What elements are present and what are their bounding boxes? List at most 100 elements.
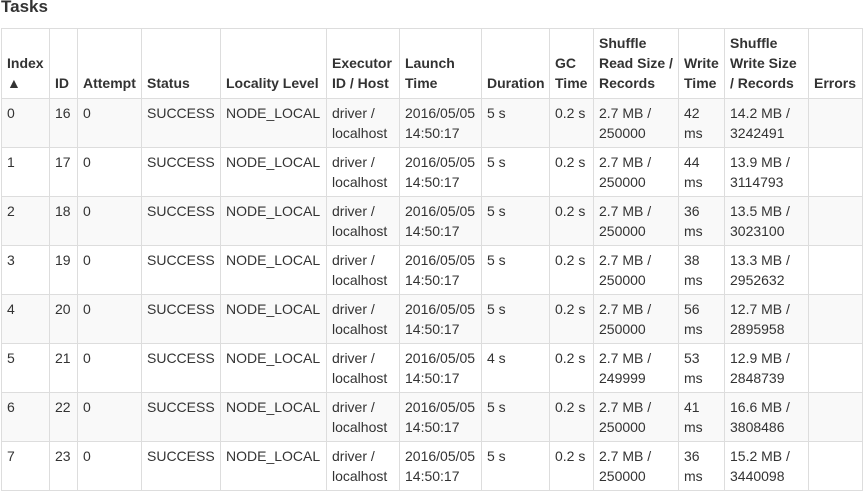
executor-host-cell: driver / localhost — [326, 392, 400, 442]
sort-ascending-icon: ▲ — [7, 75, 21, 91]
table-row: 3 19 0 SUCCESS NODE_LOCAL driver / localhost 2… — [1, 245, 863, 295]
duration-cell: 5 s — [481, 196, 550, 246]
index-cell: 2 — [1, 196, 50, 246]
attempt-cell: 0 — [77, 147, 142, 197]
id-cell: 21 — [49, 343, 78, 393]
table-row: 5 21 0 SUCCESS NODE_LOCAL driver / localhost 2… — [1, 343, 863, 393]
column-header-attempt[interactable]: Attempt — [77, 28, 142, 99]
gc-time-cell: 0.2 s — [549, 343, 594, 393]
id-cell: 23 — [49, 441, 78, 491]
shuffle-write-cell: 16.6 MB / 3808486 — [724, 392, 809, 442]
index-cell: 0 — [1, 98, 50, 148]
errors-cell — [808, 294, 863, 344]
gc-time-cell: 0.2 s — [549, 245, 594, 295]
status-cell: SUCCESS — [141, 441, 221, 491]
launch-time-cell: 2016/05/05 14:50:17 — [399, 196, 482, 246]
column-header-label: Index — [7, 55, 44, 71]
errors-cell — [808, 98, 863, 148]
shuffle-read-cell: 2.7 MB / 249999 — [593, 343, 679, 393]
table-row: 0 16 0 SUCCESS NODE_LOCAL driver / localhost 2… — [1, 98, 863, 148]
launch-time-cell: 2016/05/05 14:50:17 — [399, 294, 482, 344]
executor-host-cell: driver / localhost — [326, 441, 400, 491]
status-cell: SUCCESS — [141, 196, 221, 246]
shuffle-write-cell: 13.9 MB / 3114793 — [724, 147, 809, 197]
errors-cell — [808, 343, 863, 393]
column-header-shuffle-read[interactable]: Shuffle Read Size / Records — [593, 28, 679, 99]
errors-cell — [808, 441, 863, 491]
duration-cell: 5 s — [481, 147, 550, 197]
shuffle-read-cell: 2.7 MB / 250000 — [593, 392, 679, 442]
locality-cell: NODE_LOCAL — [220, 343, 327, 393]
id-cell: 19 — [49, 245, 78, 295]
attempt-cell: 0 — [77, 294, 142, 344]
column-header-locality-level[interactable]: Locality Level — [220, 28, 327, 99]
section-title: Tasks — [1, 0, 48, 16]
gc-time-cell: 0.2 s — [549, 196, 594, 246]
shuffle-write-cell: 13.3 MB / 2952632 — [724, 245, 809, 295]
shuffle-read-cell: 2.7 MB / 250000 — [593, 98, 679, 148]
status-cell: SUCCESS — [141, 98, 221, 148]
executor-host-cell: driver / localhost — [326, 196, 400, 246]
column-header-id[interactable]: ID — [49, 28, 78, 99]
errors-cell — [808, 392, 863, 442]
locality-cell: NODE_LOCAL — [220, 147, 327, 197]
column-header-index[interactable]: Index ▲ — [1, 28, 50, 99]
header-row: Index ▲ ID Attempt Status Locality Level… — [1, 28, 863, 99]
errors-cell — [808, 245, 863, 295]
duration-cell: 5 s — [481, 245, 550, 295]
column-header-shuffle-write[interactable]: Shuffle Write Size / Records — [724, 28, 809, 99]
column-header-duration[interactable]: Duration — [481, 28, 550, 99]
table-row: 6 22 0 SUCCESS NODE_LOCAL driver / localhost 2… — [1, 392, 863, 442]
status-cell: SUCCESS — [141, 147, 221, 197]
index-cell: 1 — [1, 147, 50, 197]
column-header-gc-time[interactable]: GC Time — [549, 28, 594, 99]
shuffle-write-cell: 12.7 MB / 2895958 — [724, 294, 809, 344]
index-cell: 3 — [1, 245, 50, 295]
id-cell: 18 — [49, 196, 78, 246]
table-row: 4 20 0 SUCCESS NODE_LOCAL driver / localhost 2… — [1, 294, 863, 344]
attempt-cell: 0 — [77, 392, 142, 442]
write-time-cell: 56 ms — [678, 294, 725, 344]
errors-cell — [808, 147, 863, 197]
column-header-launch-time[interactable]: Launch Time — [399, 28, 482, 99]
executor-host-cell: driver / localhost — [326, 294, 400, 344]
locality-cell: NODE_LOCAL — [220, 245, 327, 295]
status-cell: SUCCESS — [141, 245, 221, 295]
launch-time-cell: 2016/05/05 14:50:17 — [399, 147, 482, 197]
status-cell: SUCCESS — [141, 343, 221, 393]
shuffle-read-cell: 2.7 MB / 250000 — [593, 245, 679, 295]
duration-cell: 5 s — [481, 441, 550, 491]
gc-time-cell: 0.2 s — [549, 441, 594, 491]
attempt-cell: 0 — [77, 343, 142, 393]
executor-host-cell: driver / localhost — [326, 343, 400, 393]
write-time-cell: 41 ms — [678, 392, 725, 442]
column-header-status[interactable]: Status — [141, 28, 221, 99]
launch-time-cell: 2016/05/05 14:50:17 — [399, 343, 482, 393]
launch-time-cell: 2016/05/05 14:50:17 — [399, 392, 482, 442]
executor-host-cell: driver / localhost — [326, 147, 400, 197]
column-header-errors[interactable]: Errors — [808, 28, 863, 99]
gc-time-cell: 0.2 s — [549, 147, 594, 197]
column-header-write-time[interactable]: Write Time — [678, 28, 725, 99]
shuffle-write-cell: 13.5 MB / 3023100 — [724, 196, 809, 246]
write-time-cell: 36 ms — [678, 196, 725, 246]
table-row: 1 17 0 SUCCESS NODE_LOCAL driver / localhost 2… — [1, 147, 863, 197]
duration-cell: 5 s — [481, 392, 550, 442]
locality-cell: NODE_LOCAL — [220, 98, 327, 148]
id-cell: 22 — [49, 392, 78, 442]
attempt-cell: 0 — [77, 196, 142, 246]
attempt-cell: 0 — [77, 245, 142, 295]
id-cell: 17 — [49, 147, 78, 197]
duration-cell: 5 s — [481, 294, 550, 344]
id-cell: 16 — [49, 98, 78, 148]
index-cell: 7 — [1, 441, 50, 491]
gc-time-cell: 0.2 s — [549, 98, 594, 148]
index-cell: 4 — [1, 294, 50, 344]
column-header-executor-host[interactable]: Executor ID / Host — [326, 28, 400, 99]
shuffle-read-cell: 2.7 MB / 250000 — [593, 294, 679, 344]
write-time-cell: 42 ms — [678, 98, 725, 148]
shuffle-read-cell: 2.7 MB / 250000 — [593, 196, 679, 246]
gc-time-cell: 0.2 s — [549, 392, 594, 442]
launch-time-cell: 2016/05/05 14:50:17 — [399, 98, 482, 148]
gc-time-cell: 0.2 s — [549, 294, 594, 344]
